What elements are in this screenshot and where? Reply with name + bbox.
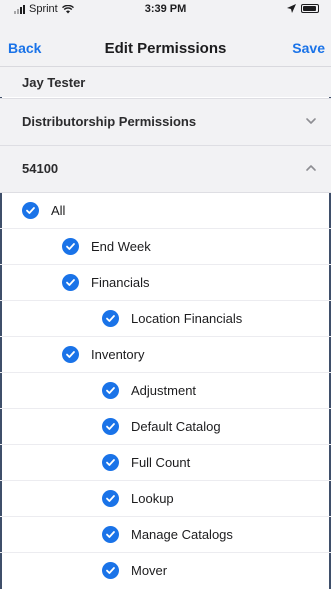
- permission-item-full-count[interactable]: Full Count: [102, 444, 190, 480]
- checkmark-circle-icon: [22, 201, 39, 219]
- permission-item-mover[interactable]: Mover: [102, 552, 167, 588]
- save-button[interactable]: Save: [292, 40, 325, 56]
- permission-label: End Week: [91, 238, 151, 254]
- checkmark-circle-icon: [102, 381, 119, 399]
- permission-item-financials[interactable]: Financials: [62, 264, 150, 300]
- permission-label: Inventory: [91, 346, 145, 362]
- section-distributorship-permissions[interactable]: Distributorship Permissions: [0, 98, 331, 146]
- permission-label: Manage Catalogs: [131, 526, 233, 542]
- user-header: Jay Tester: [0, 67, 331, 97]
- divider: [0, 228, 331, 229]
- permission-item-location-financials[interactable]: Location Financials: [102, 300, 242, 336]
- chevron-up-icon: [306, 165, 316, 171]
- checkmark-circle-icon: [102, 309, 119, 327]
- permission-item-lookup[interactable]: Lookup: [102, 480, 174, 516]
- checkmark-circle-icon: [102, 525, 119, 543]
- permission-label: Location Financials: [131, 310, 243, 326]
- permission-label: Adjustment: [131, 382, 197, 398]
- checkmark-circle-icon: [62, 345, 79, 363]
- checkmark-circle-icon: [102, 453, 119, 471]
- permission-item-end-week[interactable]: End Week: [62, 228, 151, 264]
- status-right: [287, 4, 319, 13]
- permission-label: Lookup: [131, 490, 174, 506]
- section-54100[interactable]: 54100: [0, 146, 331, 193]
- section-label: 54100: [22, 161, 59, 176]
- page-title: Edit Permissions: [104, 40, 227, 57]
- permission-item-default-catalog[interactable]: Default Catalog: [102, 408, 221, 444]
- user-name: Jay Tester: [22, 75, 86, 90]
- location-arrow-icon: [287, 4, 296, 13]
- permission-label: Financials: [91, 274, 150, 290]
- battery-icon: [301, 4, 319, 13]
- permission-item-inventory[interactable]: Inventory: [62, 336, 144, 372]
- permission-label: Default Catalog: [131, 418, 221, 434]
- checkmark-circle-icon: [102, 417, 119, 435]
- permission-label: All: [51, 202, 66, 218]
- status-time: 3:39 PM: [144, 3, 187, 15]
- status-bar: Sprint 3:39 PM: [0, 0, 331, 22]
- divider: [0, 264, 331, 265]
- checkmark-circle-icon: [102, 561, 119, 579]
- checkmark-circle-icon: [102, 489, 119, 507]
- divider: [0, 336, 331, 337]
- section-label: Distributorship Permissions: [22, 114, 197, 129]
- permission-item-adjustment[interactable]: Adjustment: [102, 372, 196, 408]
- checkmark-circle-icon: [62, 237, 79, 255]
- permission-label: Full Count: [131, 454, 191, 470]
- permission-label: Mover: [131, 562, 168, 578]
- chevron-down-icon: [306, 118, 316, 124]
- permission-item-all[interactable]: All: [22, 192, 65, 228]
- checkmark-circle-icon: [62, 273, 79, 291]
- navigation-bar: Back Edit Permissions Save: [0, 22, 331, 67]
- permission-item-manage-catalogs[interactable]: Manage Catalogs: [102, 516, 233, 552]
